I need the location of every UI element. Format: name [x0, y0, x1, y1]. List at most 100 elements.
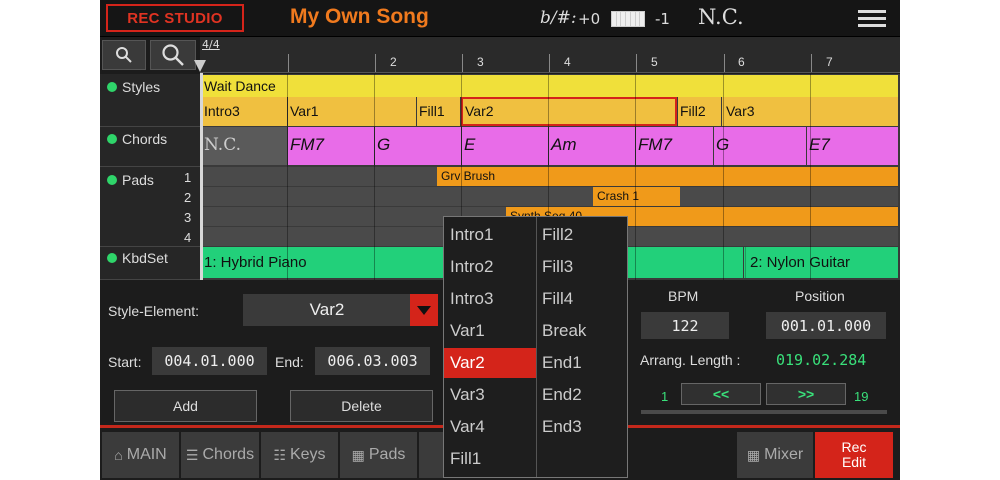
dropdown-option[interactable]: Break — [536, 316, 628, 346]
tab-more[interactable] — [419, 432, 443, 478]
track-enable-dot[interactable] — [107, 175, 117, 185]
chord-block[interactable]: Am — [549, 127, 635, 165]
dropdown-option[interactable]: End1 — [536, 348, 628, 378]
home-icon: ⌂ — [114, 447, 123, 463]
bpm-label: BPM — [668, 288, 699, 304]
nav-prev-button[interactable]: << — [681, 383, 761, 405]
pad-row[interactable] — [202, 187, 898, 206]
pad-event[interactable]: Grv Brush — [437, 167, 898, 186]
tab-rec-edit[interactable]: Rec Edit — [815, 432, 893, 478]
end-field[interactable]: 006.03.003 — [315, 347, 430, 375]
rec-studio-screen: REC STUDIO My Own Song b/#: +0 -1 N.C. 2… — [100, 0, 900, 480]
tab-chords[interactable]: ☰ Chords — [181, 432, 259, 478]
chord-block[interactable]: E7 — [807, 127, 898, 165]
chord-block[interactable]: G — [375, 127, 461, 165]
tab-label: Rec — [841, 439, 867, 455]
position-field[interactable]: 001.01.000 — [766, 312, 886, 339]
tab-label: Mixer — [764, 446, 804, 463]
track-kbdset[interactable]: KbdSet — [100, 247, 200, 280]
tab-label: Chords — [202, 446, 255, 463]
chord-block[interactable]: FM7 — [636, 127, 713, 165]
dropdown-option[interactable]: Var3 — [444, 380, 536, 410]
dropdown-option[interactable]: Var1 — [444, 316, 536, 346]
track-name: Styles — [122, 79, 161, 95]
zoom-out-button[interactable] — [102, 40, 146, 70]
dropdown-option[interactable]: Fill1 — [444, 444, 536, 474]
tab-keys[interactable]: ☷ Keys — [261, 432, 338, 478]
track-chords[interactable]: Chords — [100, 127, 200, 167]
bpm-field[interactable]: 122 — [641, 312, 729, 339]
chord-block[interactable]: N.C. — [202, 127, 287, 165]
search-icon — [116, 47, 132, 63]
kbdset-block[interactable]: 2: Nylon Guitar — [745, 247, 898, 278]
add-button[interactable]: Add — [114, 390, 257, 422]
track-enable-dot[interactable] — [107, 134, 117, 144]
style-element-dropdown[interactable]: Intro1 Intro2 Intro3 Var1 Var2 Var3 Var4… — [443, 216, 628, 478]
end-label: End: — [275, 354, 304, 370]
timeline-ruler[interactable]: 2 3 4 5 6 7 8 — [200, 37, 900, 73]
pad-event[interactable]: Crash 1 — [593, 187, 680, 206]
style-element-block-selected[interactable]: Var2 — [461, 97, 677, 126]
zoom-in-button[interactable] — [150, 40, 196, 70]
track-pads[interactable]: Pads 1 2 3 4 — [100, 167, 200, 247]
nav-start-number: 1 — [661, 389, 669, 404]
track-name: Pads — [122, 172, 154, 188]
style-element-block[interactable]: Intro3 — [202, 97, 287, 126]
dropdown-option[interactable]: Intro2 — [444, 252, 536, 282]
pad-row-number: 2 — [184, 190, 192, 205]
pads-icon: ▦ — [351, 446, 365, 463]
measure-number: 6 — [738, 55, 745, 69]
song-title[interactable]: My Own Song — [290, 5, 429, 29]
start-label: Start: — [108, 354, 142, 370]
octave-value: -1 — [655, 10, 670, 28]
dropdown-option[interactable]: Fill3 — [536, 252, 628, 282]
pad-row-number: 1 — [184, 170, 192, 185]
chord-block[interactable]: G — [714, 127, 806, 165]
tab-label: Edit — [841, 454, 867, 470]
dropdown-option[interactable]: Fill4 — [536, 284, 628, 314]
scroll-bar[interactable] — [641, 410, 887, 414]
dropdown-option-selected[interactable]: Var2 — [444, 348, 536, 378]
style-element-block[interactable]: Fill1 — [417, 97, 460, 126]
measure-number: 5 — [651, 55, 658, 69]
tab-label: Pads — [368, 446, 406, 463]
dropdown-option[interactable]: Intro1 — [444, 220, 536, 250]
delete-button[interactable]: Delete — [290, 390, 433, 422]
dropdown-option[interactable]: Var4 — [444, 412, 536, 442]
dropdown-option[interactable]: Fill2 — [536, 220, 628, 250]
rec-studio-button[interactable]: REC STUDIO — [106, 4, 244, 32]
playhead-line — [200, 73, 203, 281]
dropdown-option[interactable]: End3 — [536, 412, 628, 442]
menu-icon[interactable] — [858, 10, 886, 28]
tab-main[interactable]: ⌂ MAIN — [102, 432, 179, 478]
track-enable-dot[interactable] — [107, 253, 117, 263]
track-styles[interactable]: Styles — [100, 74, 200, 127]
keyboard-icon — [611, 11, 645, 27]
pad-row-number: 3 — [184, 210, 192, 225]
measure-number: 4 — [564, 55, 571, 69]
start-field[interactable]: 004.01.000 — [152, 347, 267, 375]
chord-block[interactable]: FM7 — [288, 127, 374, 165]
chevron-down-icon[interactable] — [410, 294, 438, 326]
style-element-block[interactable]: Fill2 — [678, 97, 721, 126]
header-bar: REC STUDIO My Own Song b/#: +0 -1 N.C. — [100, 0, 900, 37]
chord-block[interactable]: E — [462, 127, 548, 165]
transpose-value: +0 — [578, 10, 601, 28]
tab-label: MAIN — [126, 446, 167, 463]
style-element-select[interactable]: Var2 — [243, 294, 411, 326]
arrang-length-label: Arrang. Length : — [640, 352, 741, 368]
dropdown-option[interactable]: End2 — [536, 380, 628, 410]
measure-number: 3 — [477, 55, 484, 69]
style-element-block[interactable]: Var1 — [288, 97, 416, 126]
tab-pads[interactable]: ▦ Pads — [340, 432, 417, 478]
style-block-wait-dance[interactable]: Wait Dance — [202, 75, 898, 97]
style-element-label: Style-Element: — [108, 303, 200, 319]
dropdown-option[interactable]: Intro3 — [444, 284, 536, 314]
search-icon — [162, 44, 184, 66]
tab-mixer[interactable]: ▦ Mixer — [737, 432, 813, 478]
mixer-icon: ▦ — [746, 446, 761, 463]
nav-next-button[interactable]: >> — [766, 383, 846, 405]
list-icon: ☰ — [185, 446, 199, 463]
track-enable-dot[interactable] — [107, 82, 117, 92]
keys-icon: ☷ — [273, 446, 286, 463]
